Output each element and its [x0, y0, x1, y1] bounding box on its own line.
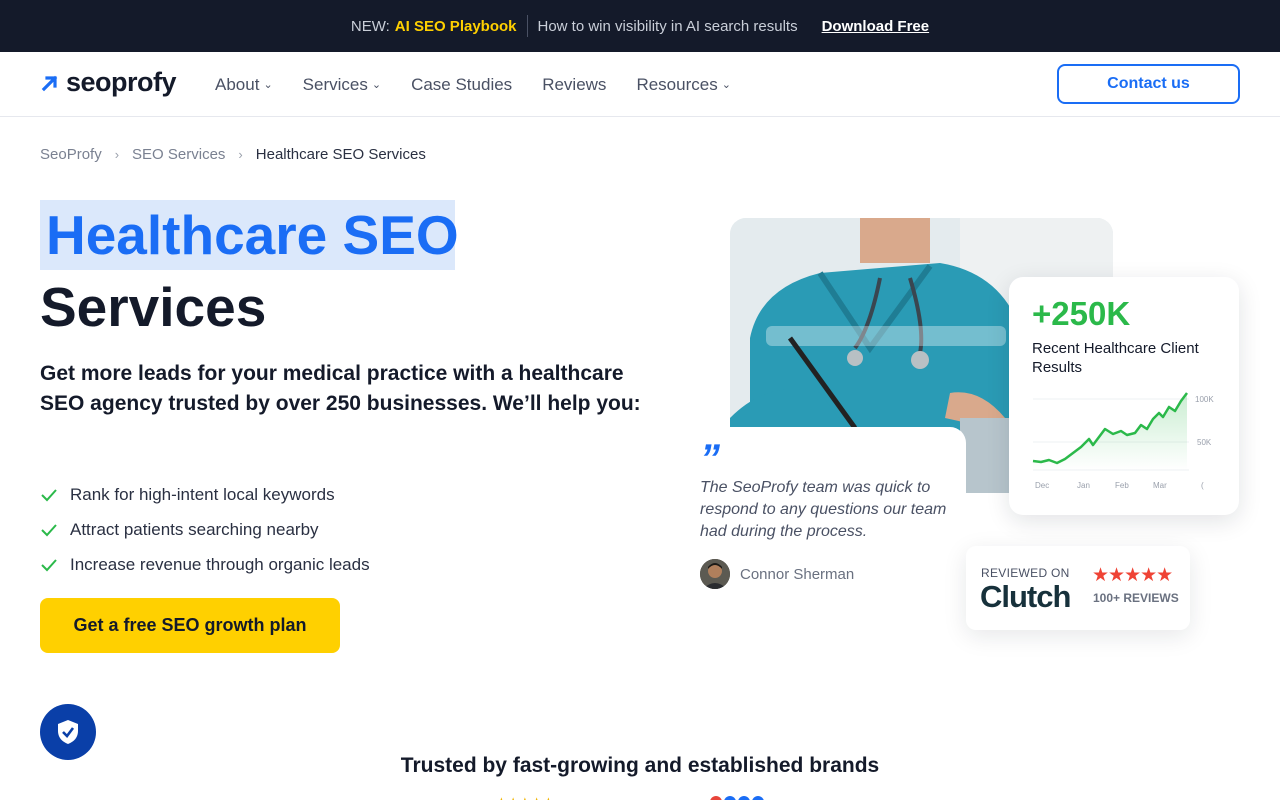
stat-value: +250K	[1032, 295, 1131, 332]
review-count: 100+ REVIEWS	[1093, 591, 1179, 605]
page-title-highlight: Healthcare SEO	[46, 204, 459, 266]
testimonial-text: The SeoProfy team was quick to respond t…	[700, 479, 947, 540]
benefits-list: Rank for high-intent local keywords Attr…	[40, 477, 370, 582]
benefit-text: Attract patients searching nearby	[70, 519, 319, 539]
contact-us-button[interactable]: Contact us	[1057, 64, 1240, 104]
nav-services-label: Services	[302, 74, 368, 94]
nav-about[interactable]: About ⌄	[215, 75, 273, 95]
chevron-right-icon: ›	[114, 147, 120, 162]
banner-download-link[interactable]: Download Free	[822, 18, 930, 35]
testimonial-card: ” The SeoProfy team was quick to respond…	[680, 427, 966, 613]
nav-services[interactable]: Services ⌄	[303, 75, 381, 95]
breadcrumb-current: Healthcare SEO Services	[255, 146, 426, 163]
testimonial-author: Connor Sherman	[700, 559, 854, 589]
y-tick-label: 50K	[1197, 438, 1212, 447]
avatar	[700, 559, 730, 589]
nav-case-studies[interactable]: Case Studies	[411, 75, 512, 95]
promo-banner: NEW: AI SEO Playbook How to win visibili…	[0, 0, 1280, 52]
clutch-logo: Clutch	[980, 579, 1071, 614]
breadcrumb-home[interactable]: SeoProfy	[40, 146, 102, 163]
brand-logo	[710, 796, 764, 800]
check-icon	[40, 558, 60, 572]
hero-lead-text: Get more leads for your medical practice…	[40, 362, 641, 415]
banner-new-label: NEW:	[350, 17, 390, 35]
nav-reviews-label: Reviews	[542, 74, 607, 94]
nav-reviews[interactable]: Reviews	[542, 75, 606, 95]
clutch-review-badge[interactable]: REVIEWED ON Clutch ★★★★★ 100+ REVIEWS	[966, 546, 1190, 630]
benefit-text: Increase revenue through organic leads	[70, 554, 370, 574]
growth-chart: 100K 50K Dec Jan Feb Mar (	[1032, 392, 1214, 490]
reviewed-on-label: REVIEWED ON	[981, 566, 1070, 580]
banner-divider	[526, 15, 528, 37]
brand-logo-stars: ★★★★★	[496, 795, 555, 800]
check-icon	[40, 488, 60, 502]
chevron-right-icon: ›	[238, 147, 243, 162]
check-icon	[40, 523, 60, 537]
trusted-brands-heading: Trusted by fast-growing and established …	[400, 754, 880, 777]
x-tick-label: Dec	[1035, 481, 1049, 490]
breadcrumb-seo-services[interactable]: SEO Services	[132, 146, 225, 163]
list-item: Increase revenue through organic leads	[40, 547, 370, 582]
stat-label: Recent Healthcare Client Results	[1032, 340, 1199, 376]
list-item: Rank for high-intent local keywords	[40, 477, 370, 512]
nav-case-studies-label: Case Studies	[411, 74, 513, 94]
x-tick-label: Mar	[1153, 481, 1167, 490]
benefit-text: Rank for high-intent local keywords	[70, 484, 335, 504]
chevron-down-icon: ⌄	[721, 79, 731, 91]
quote-icon: ”	[700, 437, 720, 481]
free-growth-plan-button[interactable]: Get a free SEO growth plan	[40, 598, 340, 653]
banner-playbook-title: AI SEO Playbook	[394, 17, 517, 35]
privacy-shield-button[interactable]	[40, 704, 96, 760]
results-stat-card: +250K Recent Healthcare Client Results 1…	[1009, 277, 1239, 515]
x-tick-label: Feb	[1115, 481, 1129, 490]
logo-arrow-icon	[41, 75, 58, 91]
breadcrumb: SeoProfy › SEO Services › Healthcare SEO…	[40, 146, 426, 163]
x-tick-label: (	[1201, 481, 1204, 490]
y-tick-label: 100K	[1195, 395, 1214, 404]
x-tick-label: Jan	[1077, 481, 1090, 490]
chevron-down-icon: ⌄	[263, 79, 273, 91]
main-nav: About ⌄ Services ⌄ Case Studies Reviews …	[215, 52, 761, 117]
site-header: seoprofy About ⌄ Services ⌄ Case Studies…	[0, 52, 1280, 117]
nav-resources-label: Resources	[636, 74, 718, 94]
chevron-down-icon: ⌄	[371, 79, 382, 91]
logo[interactable]: seoprofy	[40, 67, 177, 98]
logo-text: seoprofy	[66, 67, 177, 97]
author-name: Connor Sherman	[740, 565, 855, 583]
nav-about-label: About	[215, 74, 260, 94]
list-item: Attract patients searching nearby	[40, 512, 370, 547]
rating-stars: ★★★★★	[1092, 565, 1173, 586]
nav-resources[interactable]: Resources ⌄	[636, 75, 730, 95]
shield-check-icon	[58, 720, 78, 744]
banner-description: How to win visibility in AI search resul…	[537, 17, 798, 35]
page-title-rest: Services	[40, 276, 267, 338]
